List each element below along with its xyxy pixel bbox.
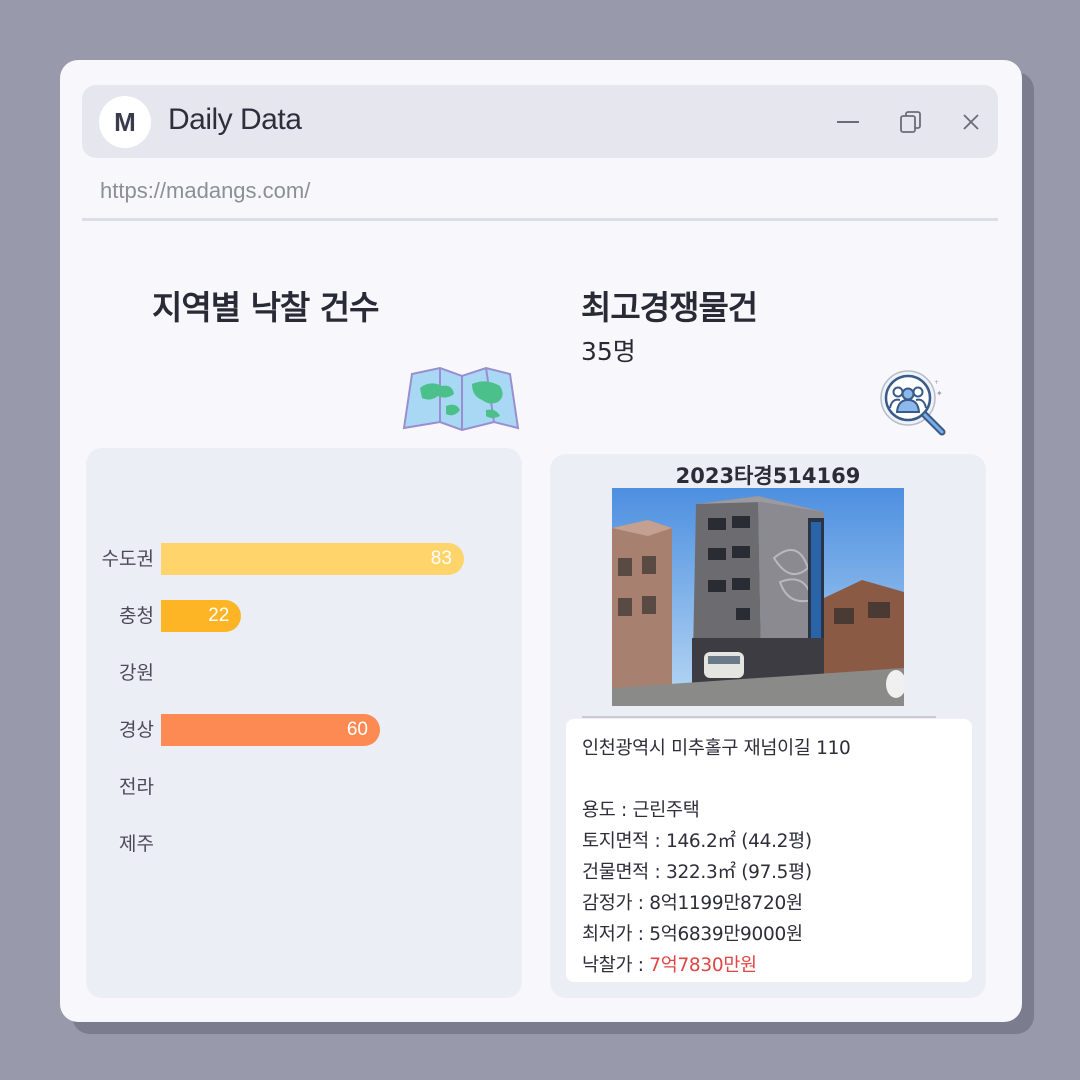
bar-value-label: 83 — [430, 548, 452, 569]
bar-row: 수도권 83 — [86, 543, 522, 575]
property-card[interactable]: 2023타경514169 인천광역시 미추홀구 재넘이길 110 용도: 근린… — [550, 454, 986, 998]
minimize-button[interactable] — [833, 107, 863, 137]
minimum-price-value: 5억6839만9000원 — [649, 924, 803, 945]
photo-divider — [582, 716, 936, 718]
case-number[interactable]: 2023타경514169 — [550, 460, 986, 490]
competitor-count: 35명 — [581, 337, 636, 366]
bar-label: 충청 — [119, 605, 154, 627]
bar[interactable]: 60 — [161, 714, 380, 746]
building-photo — [612, 488, 904, 706]
winning-bid-value: 7억7830만원 — [649, 955, 757, 976]
property-photo[interactable] — [612, 488, 904, 706]
land-area-row: 토지면적 : 146.2㎡ (44.2평) — [582, 826, 956, 857]
appraisal-label: 감정가 : — [582, 893, 650, 914]
close-icon — [963, 114, 979, 130]
bar-label: 수도권 — [101, 548, 154, 570]
restore-button[interactable] — [896, 107, 926, 137]
bar-value-label: 60 — [346, 719, 368, 740]
svg-text:✦: ✦ — [936, 389, 943, 398]
appraisal-row: 감정가 : 8억1199만8720원 — [582, 888, 956, 919]
app-logo: M — [99, 96, 151, 148]
bar-label: 경상 — [119, 719, 154, 741]
usage-label: 용도 : — [582, 800, 633, 821]
people-search-icon: ✦ + — [880, 370, 946, 436]
usage-row: 용도 : 근린주택 — [582, 795, 956, 826]
bar-row: 충청 22 — [86, 600, 522, 632]
close-button[interactable] — [956, 107, 986, 137]
bar[interactable]: 83 — [161, 543, 464, 575]
title-bar: M Daily Data — [82, 85, 998, 158]
url-divider — [82, 218, 998, 221]
property-info: 인천광역시 미추홀구 재넘이길 110 용도 : 근린주택 토지면적 : 146… — [566, 719, 972, 982]
building-area-label: 건물면적 : — [582, 862, 666, 883]
top-competition-heading: 최고경쟁물건 — [581, 288, 758, 327]
regional-chart-card: 수도권 83 충청 22 강원경상 60 전라제주 — [86, 448, 522, 998]
regional-bids-heading: 지역별 낙찰 건수 — [152, 288, 380, 327]
building-area-value: 322.3㎡ (97.5평) — [665, 862, 812, 883]
bar-row: 강원 — [86, 657, 522, 689]
restore-icon — [900, 111, 921, 133]
winning-bid-row: 낙찰가 : 7억7830만원 — [582, 950, 956, 981]
minimum-price-label: 최저가 : — [582, 924, 650, 945]
bar-row: 전라 — [86, 771, 522, 803]
land-area-value: 146.2㎡ (44.2평) — [665, 831, 812, 852]
property-address: 인천광역시 미추홀구 재넘이길 110 — [582, 738, 851, 759]
url-bar[interactable]: https://madangs.com/ — [100, 178, 310, 204]
bar-label: 전라 — [119, 776, 154, 798]
bar-row: 경상 60 — [86, 714, 522, 746]
land-area-label: 토지면적 : — [582, 831, 666, 852]
app-title: Daily Data — [168, 103, 302, 136]
bar-row: 제주 — [86, 828, 522, 860]
minimum-price-row: 최저가 : 5억6839만9000원 — [582, 919, 956, 950]
usage-value: 근린주택 — [632, 800, 700, 821]
bar-label: 제주 — [119, 833, 154, 855]
minimize-icon — [837, 121, 859, 123]
bar-value-label: 22 — [208, 605, 230, 626]
building-area-row: 건물면적 : 322.3㎡ (97.5평) — [582, 857, 956, 888]
appraisal-value: 8억1199만8720원 — [649, 893, 803, 914]
svg-text:+: + — [934, 379, 939, 386]
bar[interactable]: 22 — [161, 600, 242, 632]
app-window: M Daily Data https://madangs.com/ 지역별 낙찰… — [60, 60, 1022, 1022]
bar-label: 강원 — [119, 662, 154, 684]
winning-bid-label: 낙찰가 : — [582, 955, 650, 976]
map-icon — [402, 366, 520, 432]
